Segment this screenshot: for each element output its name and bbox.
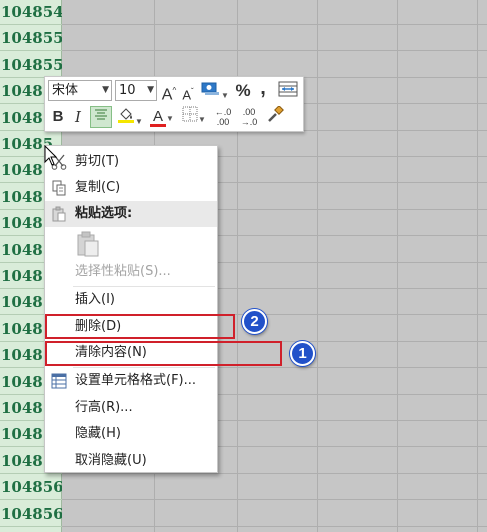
badge-number: 1 bbox=[298, 345, 307, 362]
percent-style-button[interactable]: % bbox=[235, 80, 251, 102]
menu-item-copy[interactable]: 复制(C) bbox=[45, 175, 217, 201]
paste-icon bbox=[77, 231, 99, 257]
row-header[interactable]: 1048567 bbox=[0, 474, 62, 500]
menu-section-paste-options: 粘贴选项: bbox=[45, 201, 217, 227]
context-menu: 剪切(T) 复制(C) 粘贴选项: 选择性粘贴(S)... 插入(I) 删除(D… bbox=[44, 145, 218, 473]
shrink-font-button[interactable]: Aˇ bbox=[181, 81, 195, 103]
clipboard-icon bbox=[52, 206, 66, 222]
merge-center-button[interactable] bbox=[277, 80, 299, 102]
bold-button[interactable]: B bbox=[49, 106, 67, 128]
comma-icon: , bbox=[260, 77, 266, 99]
bold-icon: B bbox=[52, 108, 64, 125]
fill-bucket-icon bbox=[118, 108, 135, 123]
increase-decimal-button[interactable]: ←.0.00 bbox=[211, 105, 235, 127]
row-header[interactable]: 1048549 bbox=[0, 0, 62, 25]
menu-item-format-cells[interactable]: 设置单元格格式(F)... bbox=[45, 368, 217, 394]
row-header[interactable]: 1048551 bbox=[0, 52, 62, 78]
currency-icon bbox=[201, 82, 220, 95]
menu-item-label: 复制(C) bbox=[75, 180, 121, 195]
font-color-swatch bbox=[150, 124, 167, 127]
chevron-down-icon: ▼ bbox=[147, 85, 154, 95]
increase-decimal-icon: ←.0.00 bbox=[214, 107, 232, 127]
menu-item-label: 设置单元格格式(F)... bbox=[75, 373, 197, 388]
row-gridline bbox=[62, 526, 487, 527]
shrink-font-icon: A bbox=[182, 87, 191, 103]
decrease-decimal-button[interactable]: .00 →.0 bbox=[237, 105, 261, 127]
accounting-format-button[interactable]: ▼ bbox=[200, 80, 230, 102]
chevron-down-icon: ▼ bbox=[102, 85, 109, 95]
grow-font-button[interactable]: A^ bbox=[161, 80, 177, 104]
align-center-button[interactable] bbox=[90, 106, 112, 128]
row-gridline bbox=[62, 50, 487, 51]
copy-icon bbox=[52, 180, 66, 196]
menu-item-label: 取消隐藏(U) bbox=[75, 453, 147, 468]
menu-item-hide[interactable]: 隐藏(H) bbox=[45, 421, 217, 447]
menu-item-label: 选择性粘贴(S)... bbox=[75, 264, 171, 279]
fill-color-button[interactable]: ▼ bbox=[115, 106, 145, 128]
column-gridline bbox=[477, 0, 478, 532]
menu-item-row-height[interactable]: 行高(R)... bbox=[45, 395, 217, 421]
annotation-badge-2: 2 bbox=[242, 309, 267, 334]
mouse-cursor-icon bbox=[44, 145, 58, 166]
align-center-icon bbox=[95, 109, 107, 120]
comma-style-button[interactable]: , bbox=[257, 77, 269, 99]
borders-icon bbox=[182, 106, 198, 122]
percent-icon: % bbox=[235, 81, 251, 100]
borders-button[interactable]: ▼ bbox=[179, 106, 209, 128]
font-size-select[interactable]: 10 ▼ bbox=[115, 80, 157, 101]
row-header[interactable]: 1048568 bbox=[0, 501, 62, 527]
italic-icon: I bbox=[75, 108, 81, 126]
column-gridline bbox=[397, 0, 398, 532]
font-color-icon: A bbox=[153, 108, 164, 125]
row-header[interactable]: 1048550 bbox=[0, 25, 62, 51]
menu-item-label: 行高(R)... bbox=[75, 400, 133, 415]
font-color-button[interactable]: A ▼ bbox=[147, 106, 177, 128]
annotation-badge-1: 1 bbox=[290, 341, 315, 366]
badge-number: 2 bbox=[250, 313, 259, 330]
format-painter-icon bbox=[268, 105, 284, 122]
font-size-value: 10 bbox=[119, 83, 136, 98]
menu-item-cut[interactable]: 剪切(T) bbox=[45, 149, 217, 175]
format-cells-icon bbox=[51, 373, 67, 389]
italic-button[interactable]: I bbox=[69, 106, 87, 128]
annotation-box-clear-contents bbox=[45, 341, 282, 366]
paste-option-keep-source[interactable] bbox=[45, 228, 217, 262]
merge-icon bbox=[278, 81, 298, 97]
column-gridline bbox=[317, 0, 318, 532]
menu-item-label: 隐藏(H) bbox=[75, 426, 121, 441]
mini-toolbar: 宋体 ▼ 10 ▼ A^ Aˇ ▼ % , B I ▼ A ▼ ▼ ←.0 .0… bbox=[44, 76, 304, 132]
menu-item-unhide[interactable]: 取消隐藏(U) bbox=[45, 448, 217, 474]
format-painter-button[interactable] bbox=[264, 105, 286, 128]
row-gridline bbox=[62, 24, 487, 25]
row-gridline bbox=[62, 499, 487, 500]
grow-font-icon: A bbox=[161, 86, 173, 104]
decrease-decimal-icon: .00 →.0 bbox=[240, 107, 258, 127]
annotation-box-delete bbox=[45, 314, 235, 339]
menu-item-paste-special[interactable]: 选择性粘贴(S)... bbox=[45, 259, 217, 285]
font-name-value: 宋体 bbox=[52, 83, 79, 98]
menu-item-label: 剪切(T) bbox=[75, 154, 120, 169]
menu-section-label: 粘贴选项: bbox=[75, 206, 133, 221]
menu-item-insert[interactable]: 插入(I) bbox=[45, 287, 217, 313]
menu-item-label: 插入(I) bbox=[75, 292, 115, 307]
font-name-select[interactable]: 宋体 ▼ bbox=[48, 80, 112, 101]
